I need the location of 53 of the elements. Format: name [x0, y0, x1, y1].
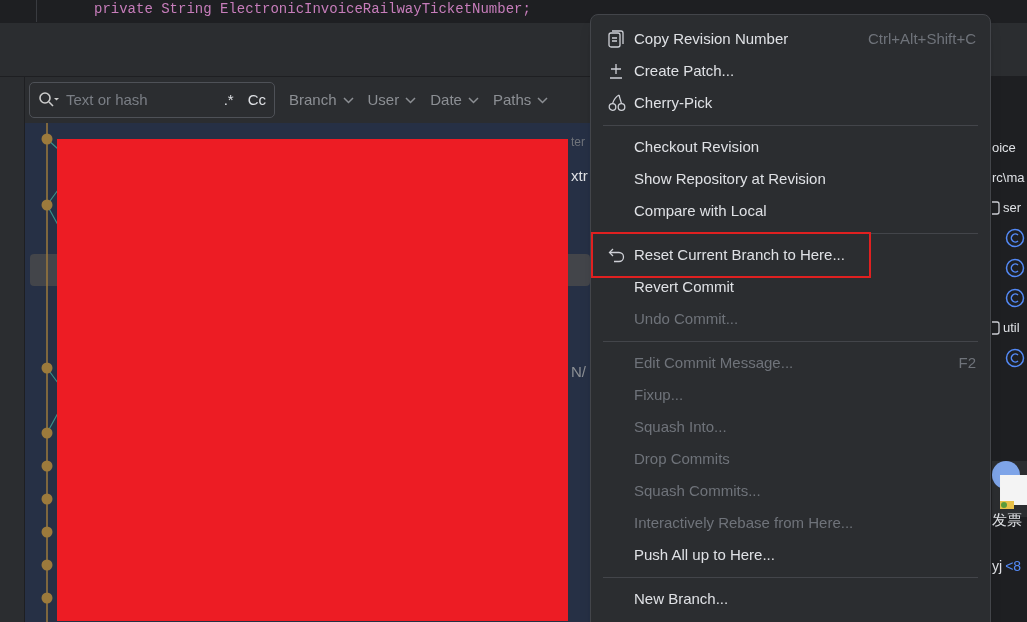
commit-node[interactable]: [41, 493, 53, 505]
class-icon: [1005, 258, 1025, 278]
chevron-icon: [467, 96, 479, 104]
commit-node[interactable]: [41, 199, 53, 211]
cherry-icon: [608, 94, 626, 112]
filter-dropdown[interactable]: User: [367, 88, 417, 112]
commit-message: xtr: [571, 166, 588, 186]
menu-item[interactable]: Push All up to Here...: [603, 539, 978, 571]
chevron-icon: [405, 96, 417, 104]
menu-item[interactable]: Show Repository at Revision: [603, 163, 978, 195]
commit-node[interactable]: [41, 559, 53, 571]
shortcut-text: F2: [958, 352, 977, 373]
code-line: private String ElectronicInvoiceRailwayTicketNumber;: [94, 0, 531, 18]
detail-text: rc\ma: [992, 169, 1025, 188]
class-icon: [1005, 228, 1025, 248]
menu-item[interactable]: Create Patch...: [603, 55, 978, 87]
menu-item[interactable]: Checkout Revision: [603, 131, 978, 163]
caption-text: 发票: [992, 510, 1023, 530]
author-email: <8: [1005, 556, 1022, 576]
plus-minus-icon: [608, 62, 624, 80]
filter-dropdown[interactable]: Paths: [492, 88, 549, 112]
tree-item[interactable]: ser: [1003, 198, 1022, 218]
menu-item[interactable]: Copy Revision Number Ctrl+Alt+Shift+C: [603, 23, 978, 55]
filter-dropdown[interactable]: Branch: [289, 88, 354, 112]
class-icon: [1005, 288, 1025, 308]
commit-node[interactable]: [41, 362, 53, 374]
branch-label: ter: [571, 134, 585, 151]
menu-item[interactable]: Cherry-Pick: [603, 87, 978, 119]
menu-item[interactable]: Reset Current Branch to Here...: [603, 239, 978, 271]
chevron-icon: [342, 96, 354, 104]
chevron-icon: [537, 96, 549, 104]
tree-item[interactable]: util: [1003, 318, 1020, 338]
commit-node[interactable]: [41, 460, 53, 472]
commit-node[interactable]: [41, 592, 53, 604]
regex-toggle[interactable]: .*: [223, 88, 234, 112]
folder-icon: [992, 201, 1000, 215]
folder-icon: [992, 321, 1000, 335]
filter-dropdown[interactable]: Date: [430, 88, 479, 112]
commit-node[interactable]: [41, 526, 53, 538]
shortcut-text: Ctrl+Alt+Shift+C: [868, 28, 977, 49]
commit-node[interactable]: [41, 133, 53, 145]
search-field[interactable]: Text or hash .* Cc: [29, 82, 275, 118]
commit-message: N/: [571, 362, 586, 382]
case-toggle[interactable]: Cc: [247, 88, 266, 112]
detail-text: oice: [992, 139, 1016, 158]
commit-node[interactable]: [41, 427, 53, 439]
search-icon: [38, 91, 60, 109]
copy-icon: [608, 30, 624, 48]
author-name: yj: [992, 556, 1003, 576]
menu-item[interactable]: New Branch...: [603, 583, 978, 615]
menu-item[interactable]: Compare with Local: [603, 195, 978, 227]
class-icon: [1005, 348, 1025, 368]
undo-icon: [608, 247, 625, 263]
